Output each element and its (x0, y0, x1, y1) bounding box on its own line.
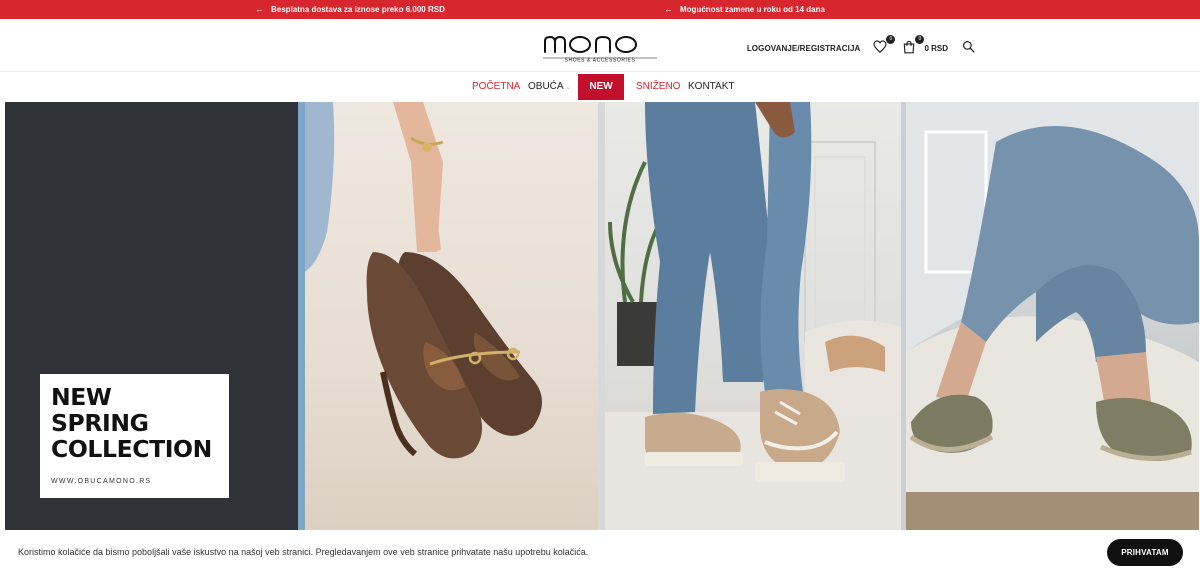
collection-title: NEW SPRING COLLECTION (51, 384, 212, 462)
arrow-left-icon: ← (664, 4, 673, 14)
sneakers-illustration (605, 102, 901, 530)
sneakers-photo (605, 102, 901, 530)
hero-dark-panel: NEW SPRING COLLECTION WWW.OBUCAMONO.RS (5, 102, 298, 530)
arrow-left-icon: ← (255, 4, 264, 14)
denim-strip (298, 102, 305, 530)
header-actions: LOGOVANJE/REGISTRACIJA 0 0 0 RSD (747, 35, 978, 56)
nav-item-home[interactable]: POČETNA (472, 74, 520, 100)
mono-logo-graphic: SHOES & ACCESSORIES (543, 35, 657, 64)
espadrilles-illustration (906, 102, 1199, 530)
promo-bar: ← Besplatna dostava za iznose preko 6.00… (0, 0, 1200, 19)
site-logo[interactable]: SHOES & ACCESSORIES (540, 27, 660, 65)
search-button[interactable] (962, 40, 978, 56)
search-icon (963, 41, 975, 53)
collection-title-line-2: SPRING (51, 409, 149, 437)
promo-exchange[interactable]: ← Mogućnost zamene u roku od 14 dana (664, 4, 825, 14)
photo-divider (598, 102, 605, 530)
main-nav: POČETNA OBUĆA ⌄ NEW SNIŽENO KONTAKT (0, 74, 1200, 100)
loafers-photo (305, 102, 598, 530)
collection-title-line-3: COLLECTION (51, 435, 212, 463)
nav-item-new[interactable]: NEW (578, 74, 624, 100)
accept-cookies-button[interactable]: PRIHVATAM (1107, 539, 1183, 566)
nav-item-contact[interactable]: KONTAKT (688, 74, 734, 100)
wishlist-button[interactable]: 0 (873, 35, 896, 56)
heart-icon (873, 40, 887, 54)
cookie-consent-text: Koristimo kolačiće da bismo poboljšali v… (18, 547, 589, 557)
site-header: SHOES & ACCESSORIES LOGOVANJE/REGISTRACI… (0, 19, 1200, 72)
hero-banner[interactable]: NEW SPRING COLLECTION WWW.OBUCAMONO.RS (5, 102, 1199, 530)
loafers-illustration (305, 102, 543, 459)
promo-free-shipping-text: Besplatna dostava za iznose preko 6.000 … (271, 4, 445, 14)
cart-total[interactable]: 0 RSD (924, 44, 948, 53)
nav-item-shoes[interactable]: OBUĆA ⌄ (528, 74, 571, 100)
collection-url: WWW.OBUCAMONO.RS (51, 478, 152, 485)
logo-tagline: SHOES & ACCESSORIES (565, 58, 636, 64)
cart-count-badge: 0 (915, 35, 925, 44)
cart-button[interactable]: 0 (902, 35, 925, 56)
promo-free-shipping[interactable]: ← Besplatna dostava za iznose preko 6.00… (255, 4, 445, 14)
collection-title-line-1: NEW (51, 383, 112, 411)
wishlist-count-badge: 0 (886, 35, 896, 44)
promo-exchange-text: Mogućnost zamene u roku od 14 dana (680, 4, 825, 14)
nav-item-sale[interactable]: SNIŽENO (636, 74, 680, 100)
shopping-bag-icon (904, 40, 915, 54)
cookie-consent-bar: Koristimo kolačiće da bismo poboljšali v… (0, 530, 1200, 574)
collection-card: NEW SPRING COLLECTION WWW.OBUCAMONO.RS (40, 374, 229, 498)
espadrilles-photo (906, 102, 1199, 530)
chevron-down-icon: ⌄ (565, 85, 571, 91)
login-register-link[interactable]: LOGOVANJE/REGISTRACIJA (747, 44, 861, 53)
nav-item-shoes-label: OBUĆA (528, 81, 564, 92)
